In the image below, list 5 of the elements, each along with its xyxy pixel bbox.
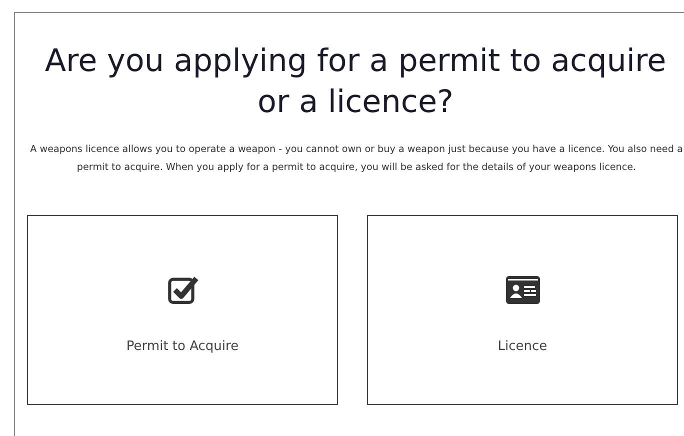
permit-option-card[interactable]: Permit to Acquire xyxy=(27,215,338,405)
licence-option-card[interactable]: Licence xyxy=(367,215,678,405)
description-text: A weapons licence allows you to operate a weapon - you cannot own or buy a weapon just because you have a licence. You also need a permit to acquire. When you apply for a permit to acquire, you will be asked for the details of your weapons licence. xyxy=(29,143,684,175)
page-heading: Are you applying for a permit to acquire or a licence? xyxy=(44,42,668,122)
id-card-icon xyxy=(504,274,540,306)
